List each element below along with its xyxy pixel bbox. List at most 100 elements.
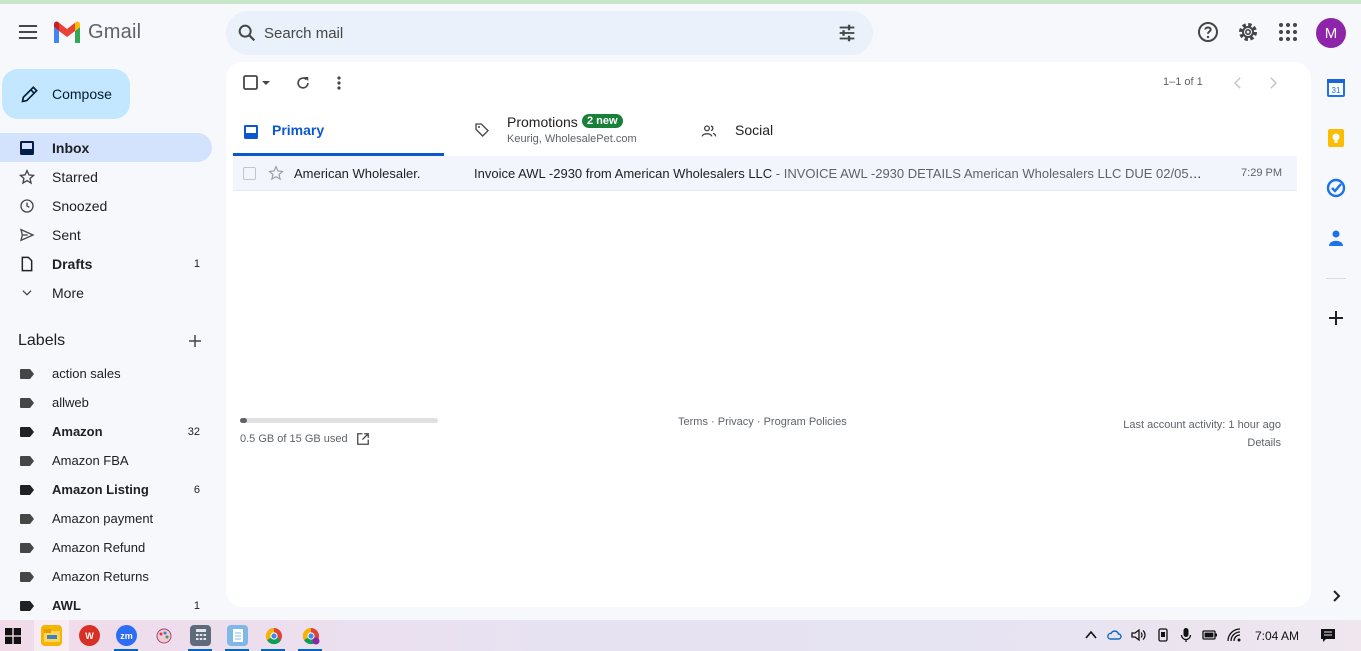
email-row[interactable]: American Wholesaler. Invoice AWL -2930 f…: [233, 156, 1297, 191]
labels-list: action sales allweb Amazon 32 Amazon FBA…: [0, 359, 212, 620]
notifications-icon[interactable]: [1320, 627, 1336, 643]
open-external-icon[interactable]: [356, 432, 370, 446]
device-icon[interactable]: [1155, 627, 1171, 643]
label-count: 1: [193, 599, 200, 612]
footer-links: Terms · Privacy · Program Policies: [678, 416, 847, 428]
contacts-icon[interactable]: [1326, 228, 1346, 248]
older-chevron-right-icon[interactable]: [1264, 74, 1282, 92]
label-count: 32: [187, 425, 200, 438]
svg-text:31: 31: [1332, 86, 1341, 95]
label-tag-icon: [20, 427, 34, 437]
chrome-icon[interactable]: [263, 625, 284, 646]
sidebar-item-inbox[interactable]: Inbox: [0, 133, 212, 162]
sidebar-item-sent[interactable]: Sent: [0, 220, 212, 249]
label-item[interactable]: Amazon Listing 6: [0, 475, 212, 504]
sidebar-item-starred[interactable]: Starred: [0, 162, 212, 191]
sidebar-item-snoozed[interactable]: Snoozed: [0, 191, 212, 220]
windows-start-icon[interactable]: [5, 628, 21, 644]
app-name: Gmail: [88, 20, 142, 43]
pagination-text: 1–1 of 1: [1163, 76, 1203, 88]
tasks-icon[interactable]: [1326, 178, 1346, 198]
volume-icon[interactable]: [1130, 627, 1146, 643]
label-name: Amazon FBA: [52, 453, 129, 468]
main-menu-button[interactable]: [14, 18, 42, 46]
program-policies-link[interactable]: Program Policies: [764, 416, 847, 428]
more-vertical-icon[interactable]: [330, 74, 348, 92]
microphone-icon[interactable]: [1178, 627, 1194, 643]
account-activity: Last account activity: 1 hour ago Detail…: [1123, 416, 1281, 452]
privacy-link[interactable]: Privacy: [718, 416, 754, 428]
wifi-icon[interactable]: [1226, 627, 1242, 643]
keep-icon[interactable]: [1326, 128, 1346, 148]
sidebar-nav: Inbox Starred Snoozed Sent Drafts 1 More: [0, 133, 212, 307]
file-explorer-icon[interactable]: [41, 625, 62, 646]
unread-count: 1: [193, 257, 200, 270]
calendar-icon[interactable]: 31: [1326, 78, 1346, 98]
label-item[interactable]: action sales: [0, 359, 212, 388]
star-icon[interactable]: [268, 165, 284, 181]
email-select-checkbox[interactable]: [243, 167, 256, 180]
wps-office-icon[interactable]: W: [79, 625, 100, 646]
tab-primary[interactable]: Primary: [233, 108, 444, 156]
notepad-icon[interactable]: [227, 625, 248, 646]
terms-link[interactable]: Terms: [678, 416, 708, 428]
select-dropdown-caret-icon[interactable]: [261, 74, 271, 92]
gear-icon[interactable]: [1236, 20, 1260, 44]
label-item[interactable]: allweb: [0, 388, 212, 417]
account-avatar[interactable]: M: [1316, 18, 1346, 48]
label-item[interactable]: Amazon Returns: [0, 562, 212, 591]
paint-icon[interactable]: [153, 625, 174, 646]
search-input[interactable]: [264, 11, 824, 55]
apps-grid-icon[interactable]: [1276, 20, 1300, 44]
calculator-icon[interactable]: [190, 625, 211, 646]
newer-chevron-left-icon[interactable]: [1229, 74, 1247, 92]
chrome-profile-icon[interactable]: [300, 625, 321, 646]
expand-side-panel-chevron-icon[interactable]: [1326, 586, 1346, 606]
email-sender: American Wholesaler.: [294, 166, 421, 181]
label-item[interactable]: Amazon FBA: [0, 446, 212, 475]
sidebar-item-label: Inbox: [52, 139, 90, 156]
gmail-logo[interactable]: Gmail: [52, 18, 141, 46]
label-name: Amazon Refund: [52, 540, 146, 555]
email-time: 7:29 PM: [1241, 167, 1282, 179]
label-item[interactable]: AWL 1: [0, 591, 212, 620]
footer-separator: ·: [753, 416, 764, 428]
tab-promotions[interactable]: Promotions 2 new Keurig, WholesalePet.co…: [466, 108, 686, 156]
sidebar-item-more[interactable]: More: [0, 278, 212, 307]
label-item[interactable]: Amazon Refund: [0, 533, 212, 562]
show-hidden-icons-chevron-icon[interactable]: [1083, 627, 1099, 643]
label-item[interactable]: Amazon payment: [0, 504, 212, 533]
select-all-checkbox-icon[interactable]: [242, 74, 260, 92]
label-count: 6: [193, 483, 200, 496]
compose-label: Compose: [52, 86, 112, 102]
refresh-icon[interactable]: [294, 74, 312, 92]
storage-text: 0.5 GB of 15 GB used: [240, 433, 348, 445]
battery-icon[interactable]: [1202, 627, 1218, 643]
taskbar-clock[interactable]: 7:04 AM: [1255, 629, 1299, 643]
help-icon[interactable]: [1196, 20, 1220, 44]
onedrive-cloud-icon[interactable]: [1106, 627, 1122, 643]
label-tag-icon: [20, 398, 34, 408]
star-icon: [19, 169, 35, 185]
sidebar-item-label: Starred: [52, 168, 98, 185]
email-subject: Invoice AWL -2930 from American Wholesal…: [474, 166, 773, 181]
compose-button[interactable]: Compose: [2, 69, 130, 119]
details-link[interactable]: Details: [1123, 434, 1281, 452]
zoom-icon[interactable]: zm: [116, 625, 137, 646]
get-addons-plus-icon[interactable]: [1326, 308, 1346, 328]
sidebar-item-label: More: [52, 284, 84, 301]
last-activity-text: Last account activity: 1 hour ago: [1123, 419, 1281, 431]
tab-label: Social: [735, 122, 774, 138]
sidebar-item-drafts[interactable]: Drafts 1: [0, 249, 212, 278]
create-label-plus-icon[interactable]: [186, 332, 204, 350]
label-item[interactable]: Amazon 32: [0, 417, 212, 446]
sidebar-item-label: Sent: [52, 226, 81, 243]
label-tag-icon: [20, 601, 34, 611]
category-tabs: Primary Promotions 2 new Keurig, Wholesa…: [233, 108, 1297, 156]
tab-social[interactable]: Social: [693, 108, 893, 156]
sidebar-item-label: Drafts: [52, 255, 93, 272]
search-options-icon[interactable]: [836, 22, 858, 44]
label-name: Amazon payment: [52, 511, 154, 526]
search-icon[interactable]: [236, 22, 258, 44]
sidebar-item-label: Snoozed: [52, 197, 108, 214]
